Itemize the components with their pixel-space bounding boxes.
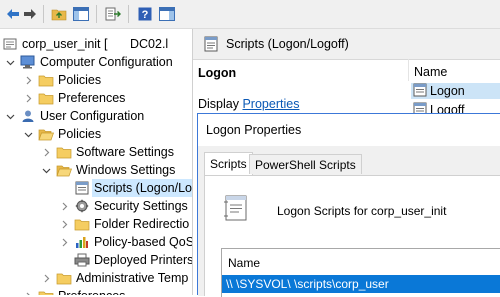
tab-label: Scripts bbox=[210, 157, 247, 171]
properties-link[interactable]: Properties bbox=[242, 97, 299, 111]
list-column-header[interactable]: Name bbox=[408, 59, 500, 81]
help-icon[interactable]: ? bbox=[135, 4, 155, 24]
list-item-label: Logon bbox=[430, 84, 465, 98]
tab-scripts[interactable]: Scripts bbox=[204, 152, 253, 176]
tree-item-label: Administrative Temp bbox=[76, 271, 189, 285]
tree-item[interactable]: Policies bbox=[0, 71, 192, 89]
pane-title: Logon bbox=[198, 66, 237, 80]
printer-icon bbox=[74, 252, 90, 268]
display-properties-text: Display Properties bbox=[198, 97, 299, 111]
dialog-title-bar[interactable]: Logon Properties bbox=[198, 114, 500, 146]
chevron-right-icon[interactable] bbox=[23, 89, 33, 107]
folder-icon bbox=[74, 216, 90, 232]
tree-item-label: Software Settings bbox=[76, 145, 174, 159]
folder-icon bbox=[38, 288, 54, 295]
pane-header: Scripts (Logon/Logoff) bbox=[193, 29, 500, 60]
chevron-right-icon[interactable] bbox=[59, 233, 69, 251]
scripts-icon bbox=[74, 180, 90, 196]
tree-item[interactable]: Administrative Temp bbox=[0, 269, 192, 287]
tab-label: PowerShell Scripts bbox=[255, 158, 356, 172]
tree-item[interactable]: User Configuration bbox=[0, 107, 192, 125]
chevron-right-icon[interactable] bbox=[59, 197, 69, 215]
tree-item-label: Deployed Printers bbox=[94, 253, 193, 267]
computer-icon bbox=[20, 54, 36, 70]
console-tree: corp_user_init [ DC02.l Computer Configura… bbox=[0, 29, 193, 295]
security-icon bbox=[74, 198, 90, 214]
tree-item-label: Security Settings bbox=[94, 199, 188, 213]
scripts-icon bbox=[203, 36, 219, 55]
chevron-down-icon[interactable] bbox=[23, 125, 33, 143]
toolbar: ? bbox=[0, 0, 500, 29]
folder-icon bbox=[56, 270, 72, 286]
list-item-logon[interactable]: Logon bbox=[411, 83, 500, 99]
chevron-right-icon[interactable] bbox=[41, 143, 51, 161]
tree-item[interactable]: Scripts (Logon/Lo bbox=[0, 179, 192, 197]
chevron-right-icon[interactable] bbox=[23, 71, 33, 89]
tree-item[interactable]: Security Settings bbox=[0, 197, 192, 215]
tree-item-label: Windows Settings bbox=[76, 163, 176, 177]
logon-properties-dialog: Logon Properties Scripts PowerShell Scri… bbox=[197, 113, 500, 297]
tree-item-label: User Configuration bbox=[40, 109, 145, 123]
tree-item-label: Policy-based QoS bbox=[94, 235, 193, 249]
folder-icon bbox=[38, 72, 54, 88]
tree-item[interactable]: Preferences bbox=[0, 287, 192, 295]
display-prefix: Display bbox=[198, 97, 243, 111]
tree-item[interactable]: Computer Configuration bbox=[0, 53, 192, 71]
gpo-icon bbox=[2, 36, 18, 52]
folder-icon bbox=[56, 144, 72, 160]
scripts-tab-panel: Logon Scripts for corp_user_init Name \\… bbox=[204, 175, 500, 297]
tree-item[interactable]: Deployed Printers bbox=[0, 251, 192, 269]
list-column-label: Name bbox=[414, 65, 448, 79]
chevron-down-icon[interactable] bbox=[5, 53, 15, 71]
folder-open-icon bbox=[38, 126, 54, 142]
folder-open-icon bbox=[56, 162, 72, 178]
tree-item[interactable]: Preferences bbox=[0, 89, 192, 107]
tree-item[interactable]: Software Settings bbox=[0, 143, 192, 161]
tree-item-label: corp_user_init [ bbox=[22, 37, 108, 51]
tree-item-label: Folder Redirectio bbox=[94, 217, 190, 231]
scripts-list-column-name[interactable]: Name bbox=[228, 256, 260, 270]
chevron-right-icon[interactable] bbox=[23, 287, 33, 295]
logon-scripts-label: Logon Scripts for corp_user_init bbox=[277, 204, 447, 218]
tree-item-label: Policies bbox=[58, 127, 102, 141]
forward-arrow-icon[interactable] bbox=[20, 4, 40, 24]
tree-item-label: Preferences bbox=[58, 91, 126, 105]
tree-item-server: DC02.l bbox=[130, 37, 169, 51]
show-hide-tree-icon[interactable] bbox=[71, 4, 91, 24]
script-item-icon bbox=[413, 83, 427, 101]
chevron-down-icon[interactable] bbox=[41, 161, 51, 179]
folder-icon bbox=[38, 90, 54, 106]
chart-icon bbox=[74, 234, 90, 250]
tree-item[interactable]: Folder Redirectio bbox=[0, 215, 192, 233]
pane-header-title: Scripts (Logon/Logoff) bbox=[226, 37, 349, 51]
scripts-list: Name \\ \SYSVOL\ \scripts\corp_user bbox=[221, 248, 500, 297]
tree-item[interactable]: Policies bbox=[0, 125, 192, 143]
tree-item-label: Computer Configuration bbox=[40, 55, 173, 69]
chevron-right-icon[interactable] bbox=[41, 269, 51, 287]
chevron-down-icon[interactable] bbox=[5, 107, 15, 125]
tree-item[interactable]: corp_user_init [ DC02.l bbox=[0, 35, 192, 53]
dialog-title: Logon Properties bbox=[206, 123, 302, 137]
chevron-right-icon[interactable] bbox=[59, 215, 69, 233]
show-hide-action-pane-icon[interactable] bbox=[157, 4, 177, 24]
tree-item-label: Scripts (Logon/Lo bbox=[92, 179, 192, 197]
user-icon bbox=[20, 108, 36, 124]
tree-item[interactable]: Windows Settings bbox=[0, 161, 192, 179]
svg-text:?: ? bbox=[142, 9, 149, 21]
tree-item-label: Policies bbox=[58, 73, 102, 87]
tree-item[interactable]: Policy-based QoS bbox=[0, 233, 192, 251]
up-folder-icon[interactable] bbox=[49, 4, 69, 24]
tree-item-label: Preferences bbox=[58, 287, 125, 295]
dialog-body: Scripts PowerShell Scripts Logon Scripts… bbox=[198, 146, 500, 297]
logon-script-icon bbox=[223, 194, 249, 225]
tab-powershell-scripts[interactable]: PowerShell Scripts bbox=[249, 154, 362, 174]
script-path-row[interactable]: \\ \SYSVOL\ \scripts\corp_user bbox=[222, 275, 500, 293]
export-list-icon[interactable] bbox=[103, 4, 123, 24]
